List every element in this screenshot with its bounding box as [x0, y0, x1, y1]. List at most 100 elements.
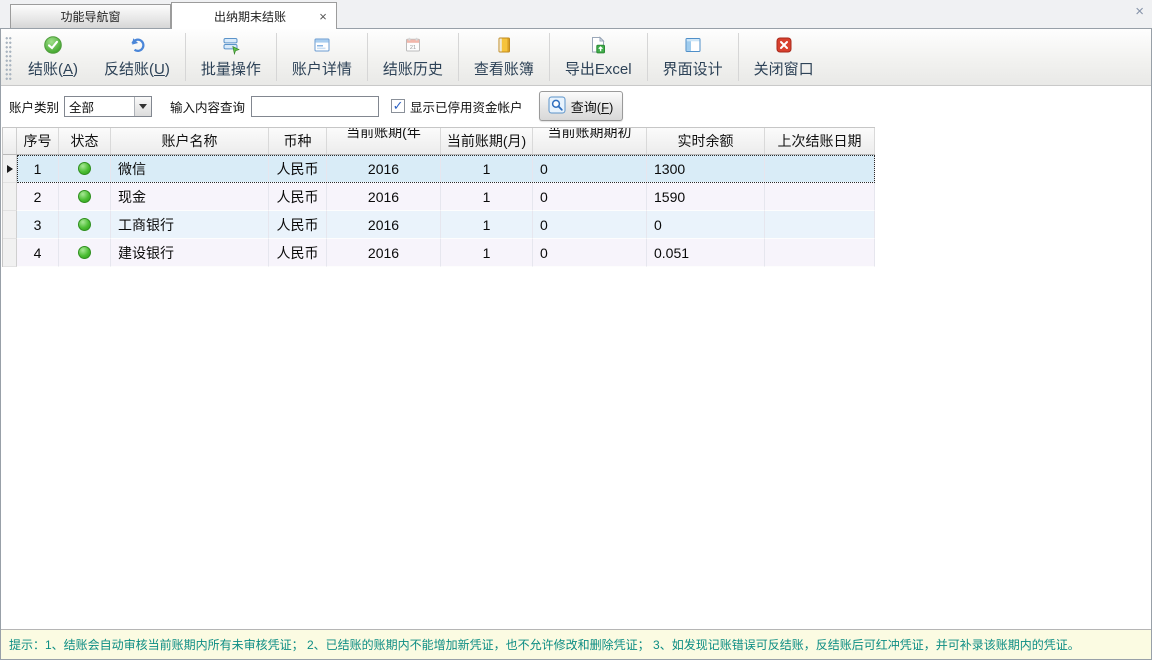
row-selector-gutter: [3, 211, 17, 239]
red-close-icon: [774, 35, 794, 55]
cell-period-opening: 0: [533, 155, 647, 183]
cell-status: [59, 183, 111, 211]
col-header-period-month[interactable]: 当前账期(月): [441, 128, 533, 154]
close-period-label: 结账(A): [28, 58, 78, 79]
cell-period-month: 1: [441, 211, 533, 239]
app-window: 功能导航窗 出纳期末结账 × × 结账(A): [0, 0, 1152, 660]
cell-account-name: 工商银行: [111, 211, 269, 239]
query-button[interactable]: 查询(F): [539, 91, 623, 121]
toolbar-separator: [738, 33, 739, 81]
cell-period-opening: 0: [533, 239, 647, 267]
table-row[interactable]: 2 现金 人民币 2016 1 0 1590: [3, 183, 875, 211]
status-enabled-icon: [78, 162, 91, 175]
book-icon: [494, 35, 514, 55]
cell-currency: 人民币: [269, 239, 327, 267]
tab-function-nav[interactable]: 功能导航窗: [10, 4, 171, 28]
checkbox-label: 显示已停用资金帐户: [410, 97, 523, 116]
status-bar: 提示：1、结账会自动审核当前账期内所有未审核凭证； 2、已结账的账期内不能增加新…: [1, 629, 1151, 659]
category-dropdown[interactable]: 全部: [64, 96, 152, 117]
tab-label: 出纳期末结账: [172, 8, 310, 25]
dropdown-button[interactable]: [134, 97, 151, 116]
close-window-button[interactable]: 关闭窗口: [741, 29, 827, 85]
cell-status: [59, 155, 111, 183]
cell-period-month: 1: [441, 155, 533, 183]
closing-history-button[interactable]: 21 结账历史: [370, 29, 456, 85]
export-excel-label: 导出Excel: [565, 58, 632, 79]
batch-operation-button[interactable]: 批量操作: [188, 29, 274, 85]
tab-close-icon[interactable]: ×: [310, 9, 336, 24]
toolbar-separator: [367, 33, 368, 81]
col-header-period-year[interactable]: 当前账期(年: [327, 128, 441, 154]
reverse-close-button[interactable]: 反结账(U): [91, 29, 183, 85]
status-enabled-icon: [78, 218, 91, 231]
row-selector-gutter: [3, 155, 17, 183]
cell-period-opening: 0: [533, 183, 647, 211]
col-header-status[interactable]: 状态: [59, 128, 111, 154]
cell-status: [59, 211, 111, 239]
cell-period-month: 1: [441, 239, 533, 267]
cell-currency: 人民币: [269, 211, 327, 239]
search-input[interactable]: [251, 96, 379, 117]
closing-history-label: 结账历史: [383, 58, 443, 79]
ui-design-button[interactable]: 界面设计: [650, 29, 736, 85]
cell-currency: 人民币: [269, 155, 327, 183]
cell-period-year: 2016: [327, 239, 441, 267]
cell-realtime-balance: 1300: [647, 155, 765, 183]
cell-last-close-date: [765, 239, 875, 267]
toolbar: 结账(A) 反结账(U) 批量操作: [1, 29, 1151, 86]
cell-period-month: 1: [441, 183, 533, 211]
toolbar-separator: [276, 33, 277, 81]
account-details-button[interactable]: 账户详情: [279, 29, 365, 85]
magnifier-icon: [548, 96, 566, 117]
cell-period-year: 2016: [327, 211, 441, 239]
status-enabled-icon: [78, 246, 91, 259]
cell-account-name: 建设银行: [111, 239, 269, 267]
status-enabled-icon: [78, 190, 91, 203]
category-label: 账户类别: [9, 97, 59, 116]
table-row[interactable]: 3 工商银行 人民币 2016 1 0 0: [3, 211, 875, 239]
window-close-icon[interactable]: ×: [1135, 3, 1144, 21]
col-header-realtime-balance[interactable]: 实时余额: [647, 128, 765, 154]
cell-seq: 2: [17, 183, 59, 211]
check-circle-icon: [43, 35, 63, 55]
chevron-down-icon: [139, 104, 147, 109]
table-row[interactable]: 4 建设银行 人民币 2016 1 0 0.051: [3, 239, 875, 267]
status-bar-tips: 提示：1、结账会自动审核当前账期内所有未审核凭证； 2、已结账的账期内不能增加新…: [9, 636, 1080, 653]
main-panel: 结账(A) 反结账(U) 批量操作: [0, 28, 1152, 660]
col-header-account-name[interactable]: 账户名称: [111, 128, 269, 154]
table-header-row: 序号 状态 账户名称 币种 当前账期(年 当前账期(月) 当前账期期初 实时余额…: [3, 127, 875, 155]
cell-realtime-balance: 0: [647, 211, 765, 239]
show-disabled-accounts-checkbox[interactable]: ✓ 显示已停用资金帐户: [391, 97, 523, 116]
checkbox-check-icon[interactable]: ✓: [391, 99, 405, 113]
cell-period-year: 2016: [327, 183, 441, 211]
toolbar-grip-handle[interactable]: [5, 36, 12, 80]
view-ledger-label: 查看账簿: [474, 58, 534, 79]
cell-account-name: 现金: [111, 183, 269, 211]
cell-seq: 3: [17, 211, 59, 239]
query-button-label: 查询(F): [571, 97, 614, 116]
cell-last-close-date: [765, 211, 875, 239]
row-selector-arrow-icon: [7, 165, 13, 173]
ui-design-label: 界面设计: [663, 58, 723, 79]
col-header-last-close-date[interactable]: 上次结账日期: [765, 128, 875, 154]
accounts-table-area: 序号 状态 账户名称 币种 当前账期(年 当前账期(月) 当前账期期初 实时余额…: [2, 127, 1150, 629]
table-row[interactable]: 1 微信 人民币 2016 1 0 1300: [3, 155, 875, 183]
toolbar-separator: [458, 33, 459, 81]
tab-cashier-closing[interactable]: 出纳期末结账 ×: [171, 2, 337, 29]
cell-account-name: 微信: [111, 155, 269, 183]
export-excel-button[interactable]: 导出Excel: [552, 29, 645, 85]
view-ledger-button[interactable]: 查看账簿: [461, 29, 547, 85]
toolbar-separator: [549, 33, 550, 81]
export-page-icon: [588, 35, 608, 55]
tab-strip: 功能导航窗 出纳期末结账 × ×: [0, 0, 1152, 28]
layout-panel-icon: [683, 35, 703, 55]
tab-label: 功能导航窗: [60, 8, 120, 25]
row-selector-gutter: [3, 183, 17, 211]
header-gutter: [3, 128, 17, 154]
col-header-currency[interactable]: 币种: [269, 128, 327, 154]
accounts-table: 序号 状态 账户名称 币种 当前账期(年 当前账期(月) 当前账期期初 实时余额…: [2, 127, 875, 267]
col-header-seq[interactable]: 序号: [17, 128, 59, 154]
col-header-period-opening[interactable]: 当前账期期初: [533, 128, 647, 154]
cell-realtime-balance: 1590: [647, 183, 765, 211]
close-period-button[interactable]: 结账(A): [15, 29, 91, 85]
